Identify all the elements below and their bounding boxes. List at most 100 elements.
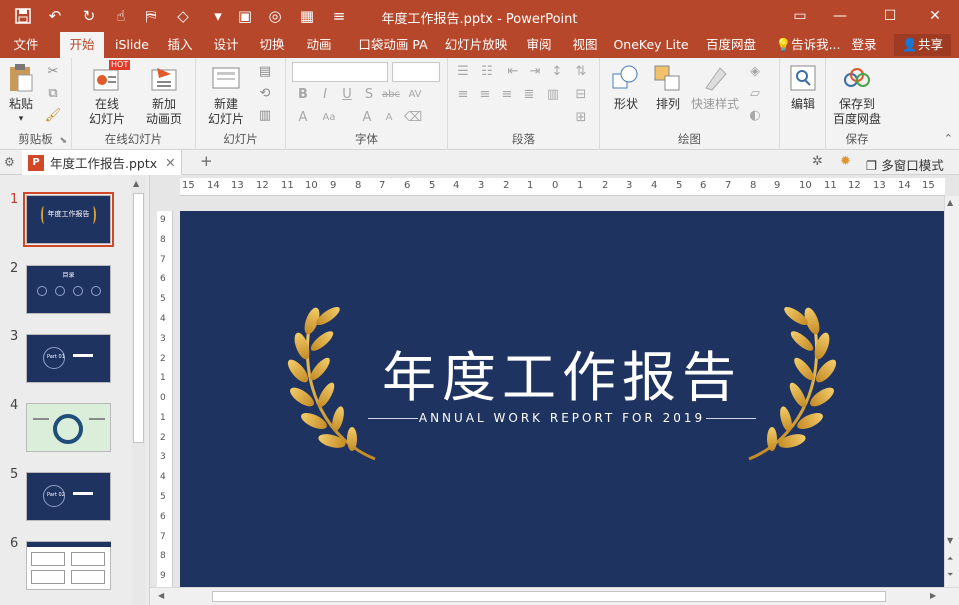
decrease-indent-icon[interactable]: ⇤ (504, 62, 522, 80)
multi-window-button[interactable]: ❐ 多窗口模式 (866, 155, 944, 174)
layout-icon[interactable]: ▤ (256, 62, 274, 80)
slide-vertical-scrollbar[interactable]: ▲ ▼ ⏶ ⏷ (944, 196, 959, 587)
tab-onekey[interactable]: OneKey Lite (611, 32, 691, 58)
slide-thumbnail-2[interactable]: 目录 (26, 265, 111, 314)
strikethrough-icon[interactable]: abc (382, 85, 400, 103)
thumbnail-scrollbar[interactable]: ▲ (131, 175, 146, 605)
tab-slideshow[interactable]: 幻灯片放映 (440, 32, 512, 58)
ruler-label: 1 (160, 373, 166, 383)
increase-font-icon[interactable]: A (358, 108, 376, 126)
ruler-label: 5 (160, 294, 166, 304)
tab-animations[interactable]: 动画 (299, 32, 339, 58)
slide-horizontal-scrollbar[interactable]: ◀ ▶ (150, 587, 959, 605)
arrange-button[interactable]: 排列 (646, 62, 690, 112)
increase-indent-icon[interactable]: ⇥ (526, 62, 544, 80)
paste-button[interactable]: 粘贴 ▾ (2, 62, 40, 127)
slide-thumbnail-3[interactable]: Part 01 (26, 334, 111, 383)
shape-effects-icon[interactable]: ◐ (746, 106, 764, 124)
tab-islide[interactable]: iSlide (108, 32, 156, 58)
tell-me-box[interactable]: 💡告诉我... (770, 32, 846, 58)
scroll-thumb[interactable] (133, 193, 144, 443)
tab-design[interactable]: 设计 (206, 32, 246, 58)
format-painter-icon[interactable]: 🖌 (44, 106, 62, 124)
scroll-left-icon[interactable]: ◀ (158, 591, 164, 600)
shape-outline-icon[interactable]: ▱ (746, 84, 764, 102)
font-size-input[interactable] (392, 62, 440, 82)
char-spacing-icon[interactable]: AV (406, 85, 424, 103)
ring-icon (53, 414, 83, 444)
online-slides-button[interactable]: HOT 在线 幻灯片 (84, 60, 131, 127)
slide-canvas[interactable]: 年度工作报告 ANNUAL WORK REPORT FOR 2019 (180, 211, 944, 587)
italic-icon[interactable]: I (316, 85, 334, 103)
editing-button[interactable]: 编辑 (784, 62, 822, 112)
maximize-icon[interactable]: ☐ (870, 0, 910, 32)
save-to-baidu-button[interactable]: 保存到 百度网盘 (828, 62, 886, 127)
bullets-icon[interactable]: ☰ (454, 62, 472, 80)
scroll-up-icon[interactable]: ▲ (133, 179, 139, 188)
scroll-down-icon[interactable]: ▼ (947, 536, 953, 545)
underline-icon[interactable]: U (338, 85, 356, 103)
decrease-font-icon[interactable]: A (380, 108, 398, 126)
section-icon[interactable]: ▥ (256, 106, 274, 124)
tab-view[interactable]: 视图 (566, 32, 604, 58)
paste-dropdown-icon[interactable]: ▾ (2, 112, 40, 127)
bold-icon[interactable]: B (294, 85, 312, 103)
settings-gear-icon[interactable]: ⚙ (4, 155, 15, 169)
tab-pocket-animation[interactable]: 口袋动画 PA (350, 32, 436, 58)
numbering-icon[interactable]: ☷ (478, 62, 496, 80)
collapse-ribbon-icon[interactable]: ⌃ (944, 132, 953, 145)
new-animation-page-button[interactable]: 新加 动画页 (138, 62, 190, 127)
scroll-up-icon[interactable]: ▲ (947, 198, 953, 207)
next-slide-icon[interactable]: ⏷ (947, 570, 953, 580)
columns-icon[interactable]: ▥ (544, 85, 562, 103)
tab-baidu[interactable]: 百度网盘 (700, 32, 762, 58)
slide-subtitle[interactable]: ANNUAL WORK REPORT FOR 2019 (180, 411, 944, 425)
text-direction-icon[interactable]: ⇅ (572, 62, 590, 80)
smartart-icon[interactable]: ⊞ (572, 108, 590, 126)
scroll-right-icon[interactable]: ▶ (930, 591, 936, 600)
justify-icon[interactable]: ≣ (520, 85, 538, 103)
align-text-icon[interactable]: ⊟ (572, 85, 590, 103)
font-name-input[interactable] (292, 62, 388, 82)
new-slide-button[interactable]: 新建 幻灯片 (202, 62, 250, 127)
quick-styles-button[interactable]: 快速样式 (686, 62, 744, 112)
previous-slide-icon[interactable]: ⏶ (947, 554, 953, 564)
dialog-launcher-icon[interactable]: ⬊ (59, 136, 67, 146)
shadow-icon[interactable]: S (360, 85, 378, 103)
font-color-icon[interactable]: A (294, 108, 312, 126)
ribbon-display-icon[interactable]: ▭ (780, 0, 820, 32)
align-center-icon[interactable]: ≡ (476, 85, 494, 103)
gear-icon[interactable]: ✹ (840, 154, 851, 169)
slide-title[interactable]: 年度工作报告 (180, 333, 944, 412)
clear-format-icon[interactable]: ⌫ (404, 108, 422, 126)
align-right-icon[interactable]: ≡ (498, 85, 516, 103)
cut-icon[interactable]: ✂ (44, 62, 62, 80)
login-link[interactable]: 登录 (848, 32, 880, 58)
close-tab-icon[interactable]: ✕ (165, 155, 175, 170)
change-case-icon[interactable]: Aa (320, 108, 338, 126)
shapes-button[interactable]: 形状 (604, 62, 648, 112)
share-button[interactable]: 👤共享 (894, 34, 951, 56)
tab-insert[interactable]: 插入 (160, 32, 200, 58)
scroll-thumb[interactable] (212, 591, 886, 602)
pin-icon[interactable]: ✲ (812, 154, 823, 169)
new-tab-icon[interactable]: + (200, 152, 213, 170)
group-editing: 编辑 (780, 58, 826, 150)
slide-thumbnail-6[interactable] (26, 541, 111, 590)
tab-transitions[interactable]: 切换 (252, 32, 292, 58)
tab-home[interactable]: 开始 (60, 32, 104, 58)
minimize-icon[interactable]: — (820, 0, 860, 32)
reset-icon[interactable]: ⟲ (256, 84, 274, 102)
slide-thumbnail-1[interactable]: 年度工作报告 (23, 192, 114, 247)
laurel-icon (90, 206, 96, 224)
document-tab[interactable]: P 年度工作报告.pptx ✕ (22, 150, 182, 175)
align-left-icon[interactable]: ≡ (454, 85, 472, 103)
tab-file[interactable]: 文件 (6, 32, 46, 58)
copy-icon[interactable]: ⧉ (44, 84, 62, 102)
line-spacing-icon[interactable]: ↕ (548, 62, 566, 80)
shape-fill-icon[interactable]: ◈ (746, 62, 764, 80)
tab-review[interactable]: 审阅 (520, 32, 558, 58)
slide-thumbnail-4[interactable] (26, 403, 111, 452)
slide-thumbnail-5[interactable]: Part 02 (26, 472, 111, 521)
close-icon[interactable]: ✕ (915, 0, 955, 32)
